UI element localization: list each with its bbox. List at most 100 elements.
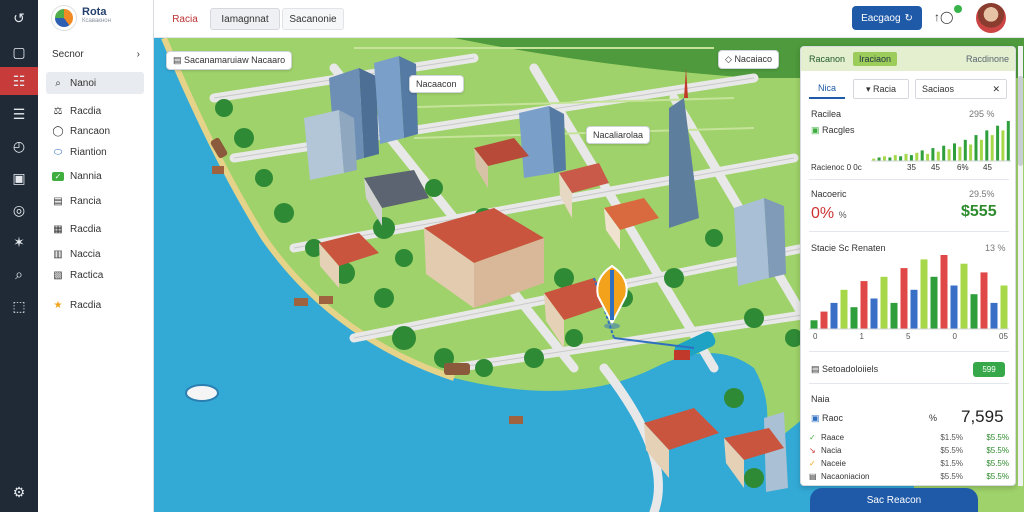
chart-bar bbox=[900, 268, 908, 329]
panel-tab-label: Racia bbox=[873, 84, 897, 94]
chart-bar bbox=[985, 130, 989, 161]
table-row[interactable]: ✓ Naceie $1.5% $5.5% bbox=[809, 457, 1009, 469]
bar-chart-1 bbox=[871, 121, 1011, 162]
tab-3[interactable]: Sacanonie bbox=[282, 8, 344, 30]
status-badge[interactable]: 599 bbox=[973, 362, 1005, 377]
pin-icon[interactable]: ✶ bbox=[0, 228, 38, 256]
row-label: Raace bbox=[821, 432, 845, 442]
section1-item-label: Racgles bbox=[822, 125, 855, 135]
section4-title-label: Setoadoloiiels bbox=[822, 364, 879, 374]
panel-tab-2[interactable]: ▾ Racia bbox=[853, 79, 909, 99]
sidebar-item-5[interactable]: ✓ Nannia bbox=[46, 165, 144, 187]
row-value-change: $5.5% bbox=[986, 458, 1009, 468]
section4-primary-value: 7,595 bbox=[961, 407, 1004, 426]
map-label-2[interactable]: Nacaacon bbox=[409, 75, 464, 93]
chart-bar bbox=[930, 276, 938, 329]
notification-button[interactable]: ↑◯ bbox=[934, 5, 962, 24]
panel-scrollbar[interactable] bbox=[1018, 46, 1023, 486]
back-icon[interactable]: ↺ bbox=[0, 4, 38, 32]
sidebar-item-3[interactable]: ◯ Rancaon bbox=[46, 120, 144, 142]
chart-icon: ▣ bbox=[811, 413, 820, 423]
chart-bar bbox=[953, 143, 956, 161]
layers-icon[interactable]: ⬚ bbox=[0, 292, 38, 320]
sidebar-item-9[interactable]: ▧ Ractica bbox=[46, 264, 144, 286]
sidebar-item-1[interactable]: ⌕ Nanoi bbox=[46, 72, 144, 94]
sidebar-item-10[interactable]: ★ Racdia bbox=[46, 294, 144, 316]
settings-icon[interactable]: ⚙ bbox=[0, 478, 38, 506]
section3-title: Stacie Sc Renaten bbox=[811, 243, 886, 253]
folder-icon[interactable]: ▣ bbox=[0, 164, 38, 192]
chart-bar bbox=[860, 281, 868, 329]
panel-header-right[interactable]: Racdinone bbox=[966, 54, 1009, 64]
grid-icon: ▦ bbox=[53, 223, 63, 235]
list-icon[interactable]: ☰ bbox=[0, 100, 38, 128]
chart-bar bbox=[890, 302, 898, 329]
trend-icon: ↘ bbox=[809, 445, 816, 455]
panel-tab-1[interactable]: Nica bbox=[809, 79, 845, 99]
chart-bar bbox=[888, 157, 892, 161]
section1-title: Racilea bbox=[811, 109, 842, 119]
app-rail: ↺ ▢ ☷ ☰ ◴ ▣ ◎ ✶ ⌕ ⬚ ⚙ bbox=[0, 0, 38, 512]
chart-bar bbox=[996, 125, 1000, 161]
map-pin-icon: ◇ bbox=[725, 54, 732, 64]
map-icon[interactable]: ☷ bbox=[0, 67, 38, 95]
panel-tag[interactable]: Iraciaon bbox=[853, 52, 898, 66]
sidebar-item-4[interactable]: ⬭ Riantion bbox=[46, 141, 144, 163]
chevron-right-icon: › bbox=[136, 49, 140, 60]
section2-percent-unit: % bbox=[838, 210, 847, 220]
close-icon[interactable]: ✕ bbox=[992, 84, 1000, 95]
table-row[interactable]: ▤ Nacaoniacion $5.5% $5.5% bbox=[809, 470, 1009, 482]
chart-bar bbox=[970, 294, 978, 329]
tab-2[interactable]: Iamagnnat bbox=[210, 8, 280, 30]
chart-bar bbox=[936, 151, 940, 161]
row-label: Naceie bbox=[821, 458, 846, 468]
top-bar: Racia Iamagnnat Sacanonie Eacgaog ↻ ↑◯ bbox=[154, 0, 1024, 38]
row-value-change: $5.5% bbox=[986, 471, 1009, 481]
map-label-text: Sacanamaruiaw Nacaaro bbox=[184, 55, 286, 65]
sidebar-item-2[interactable]: ⚖ Racdia bbox=[46, 100, 144, 122]
row-value: $5.5% bbox=[940, 471, 963, 481]
bottom-action-button[interactable]: Sac Reacon bbox=[810, 488, 978, 512]
chart-bar bbox=[969, 144, 973, 161]
section4-primary: ▣ Raoc bbox=[811, 413, 843, 424]
sidebar-item-label: Riantion bbox=[70, 146, 107, 158]
map-label-1[interactable]: ▤ Sacanamaruiaw Nacaaro bbox=[166, 51, 293, 70]
search-icon[interactable]: ⌕ bbox=[0, 260, 38, 288]
section1-footer-value-4: 45 bbox=[983, 163, 992, 172]
section1-footer-value-1: 35 bbox=[907, 163, 916, 172]
sidebar-item-8[interactable]: ▥ Naccia bbox=[46, 243, 144, 265]
section2-percent-value: 0% bbox=[811, 205, 835, 222]
globe-icon[interactable]: ◎ bbox=[0, 196, 38, 224]
app-subtitle: Ксавакнон bbox=[82, 18, 111, 24]
panel-tab-3[interactable]: Saciaos ✕ bbox=[915, 79, 1007, 99]
window-icon[interactable]: ▢ bbox=[0, 38, 38, 66]
sidebar-item-label: Nannia bbox=[70, 170, 102, 182]
avatar[interactable] bbox=[976, 3, 1006, 33]
clock-icon[interactable]: ◴ bbox=[0, 132, 38, 160]
map-label-4[interactable]: ◇ Nacaiaco bbox=[718, 50, 779, 69]
section4-subtitle: Naia bbox=[811, 394, 830, 404]
chart-bar bbox=[904, 153, 908, 161]
table-row[interactable]: ↘ Nacia $5.5% $5.5% bbox=[809, 444, 1009, 456]
sidebar-item-7[interactable]: ▦ Racdia bbox=[46, 218, 144, 240]
app-logo[interactable]: Rota Ксавакнон bbox=[52, 6, 111, 30]
section4-primary-label: Raoc bbox=[822, 413, 844, 423]
bar-chart-2: 0 1 5 0 05 bbox=[809, 255, 1009, 341]
chart-tick-label: 0 bbox=[953, 332, 958, 341]
chart-bar bbox=[909, 155, 913, 161]
row-value-change: $5.5% bbox=[986, 432, 1009, 442]
map-label-3[interactable]: Nacaliarolaa bbox=[586, 126, 651, 144]
scrollbar-thumb[interactable] bbox=[1018, 76, 1023, 166]
star-icon: ★ bbox=[53, 299, 63, 311]
chart-bar bbox=[979, 139, 983, 161]
chart-bar bbox=[915, 152, 919, 161]
row-value: $5.5% bbox=[940, 445, 963, 455]
filter-icon: ▾ bbox=[865, 83, 873, 94]
sidebar-item-6[interactable]: ▤ Rancia bbox=[46, 190, 144, 212]
chart-bar bbox=[1000, 285, 1008, 329]
sidebar-section-header[interactable]: Secnor › bbox=[52, 49, 140, 60]
primary-button[interactable]: Eacgaog ↻ bbox=[852, 6, 922, 30]
tab-1[interactable]: Racia bbox=[162, 8, 208, 30]
chart-bar bbox=[940, 255, 948, 329]
table-row[interactable]: ✓ Raace $1.5% $5.5% bbox=[809, 431, 1009, 443]
